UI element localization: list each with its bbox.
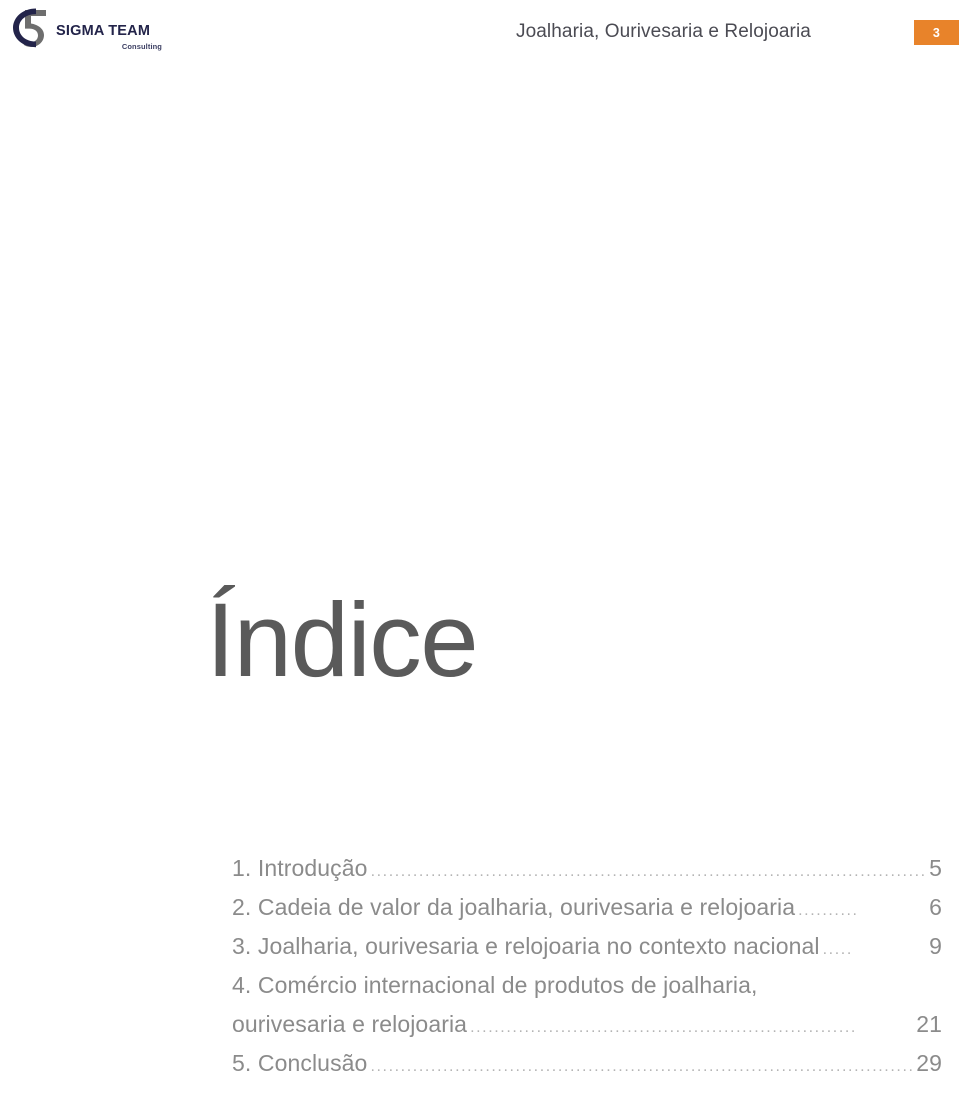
- toc-dot-leader: ........................................…: [470, 1019, 857, 1036]
- toc-entry[interactable]: 3. Joalharia, ourivesaria e relojoaria n…: [232, 933, 942, 972]
- toc-entry[interactable]: 5. Conclusão ...........................…: [232, 1050, 942, 1089]
- toc-page-number: 29: [916, 1050, 942, 1076]
- toc-dot-leader: ........................................…: [370, 1058, 915, 1075]
- toc-entry-label: 1. Introdução: [232, 855, 368, 881]
- toc-page-number: 6: [929, 894, 942, 920]
- logo-company-name: SIGMA TEAM: [56, 23, 151, 39]
- logo-tagline: Consulting: [121, 41, 162, 51]
- toc-dot-leader: ..........: [798, 902, 859, 919]
- toc-entry-label: 2. Cadeia de valor da joalharia, ourives…: [232, 894, 796, 920]
- table-of-contents: 1. Introdução ..........................…: [232, 855, 942, 1089]
- toc-entry-continuation[interactable]: ourivesaria e relojoaria ...............…: [232, 1011, 942, 1050]
- toc-entry[interactable]: 2. Cadeia de valor da joalharia, ourives…: [232, 894, 942, 933]
- toc-dot-leader: ........................................…: [370, 863, 928, 880]
- toc-page-number: 5: [929, 855, 942, 881]
- document-title: Joalharia, Ourivesaria e Relojoaria: [516, 21, 811, 42]
- company-logo: SIGMA TEAM Consulting: [8, 2, 168, 58]
- toc-entry[interactable]: 1. Introdução ..........................…: [232, 855, 942, 894]
- toc-page-number: 21: [916, 1011, 942, 1037]
- toc-page-number: 9: [929, 933, 942, 959]
- page-number-badge: 3: [914, 20, 959, 45]
- toc-entry-label: ourivesaria e relojoaria: [232, 1011, 468, 1037]
- toc-entry-label: 3. Joalharia, ourivesaria e relojoaria n…: [232, 933, 820, 959]
- toc-entry-label: 4. Comércio internacional de produtos de…: [232, 972, 758, 998]
- toc-entry-label: 5. Conclusão: [232, 1050, 368, 1076]
- sigma-team-logo-mark-icon: [8, 2, 54, 50]
- toc-entry[interactable]: 4. Comércio internacional de produtos de…: [232, 972, 942, 1011]
- toc-dot-leader: .....: [822, 941, 853, 958]
- page-header: SIGMA TEAM Consulting Joalharia, Ourives…: [0, 0, 960, 62]
- logo-wordmark: SIGMA TEAM Consulting: [56, 24, 162, 50]
- page-title: Índice: [206, 582, 479, 699]
